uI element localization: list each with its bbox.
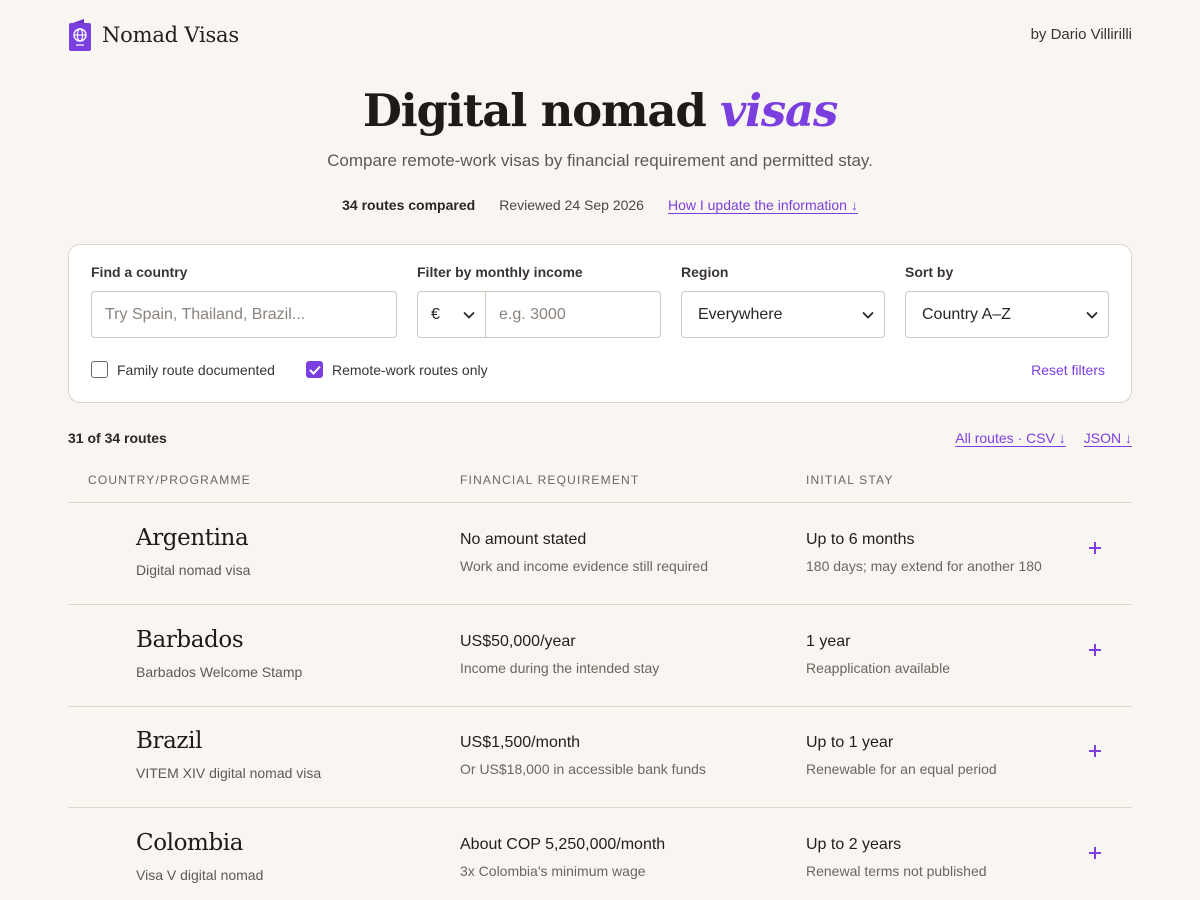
table-row[interactable]: Colombia Visa V digital nomad About COP … [68,808,1132,900]
family-route-option[interactable]: Family route documented [91,361,275,378]
income-filter: € e.g. 3000 [417,291,661,338]
programme-name: VITEM XIV digital nomad visa [136,765,322,781]
chevron-down-icon [862,311,874,319]
expand-plus-icon[interactable] [1088,643,1102,657]
brand-name: Nomad Visas [102,23,239,47]
financial-requirement: About COP 5,250,000/month [460,836,666,853]
column-header-stay: INITIAL STAY [806,473,894,487]
download-links: All routes · CSV ↓ JSON ↓ [955,430,1132,446]
currency-value: € [431,305,440,323]
title-accent: visas [720,84,838,137]
reviewed-date: Reviewed 24 Sep 2026 [499,197,644,213]
remote-work-option[interactable]: Remote-work routes only [306,361,488,378]
stay-note: Renewal terms not published [806,863,987,879]
expand-plus-icon[interactable] [1088,541,1102,555]
passport-globe-icon [69,19,91,51]
chevron-down-icon [463,311,475,319]
routes-compared: 34 routes compared [342,197,476,213]
table-row[interactable]: Argentina Digital nomad visa No amount s… [68,503,1132,605]
stay-note: 180 days; may extend for another 180 [806,558,1042,574]
initial-stay: 1 year [806,633,851,650]
results-count: 31 of 34 routes [68,430,167,446]
expand-plus-icon[interactable] [1088,744,1102,758]
page-title: Digital nomad visas [0,84,1200,137]
region-label: Region [681,264,729,280]
column-header-requirement: FINANCIAL REQUIREMENT [460,473,640,487]
chevron-down-icon [1086,311,1098,319]
financial-requirement: US$50,000/year [460,633,576,650]
sort-value: Country A–Z [922,305,1011,323]
meta-bar: 34 routes compared Reviewed 24 Sep 2026 … [0,197,1200,213]
country-label: Find a country [91,264,188,280]
requirement-note: Income during the intended stay [460,660,660,676]
currency-select[interactable]: € [418,292,486,337]
stay-note: Renewable for an equal period [806,761,997,777]
checkmark-icon [308,365,321,375]
region-value: Everywhere [698,305,783,323]
expand-plus-icon[interactable] [1088,846,1102,860]
remote-work-checkbox[interactable] [306,361,323,378]
table-row[interactable]: Brazil VITEM XIV digital nomad visa US$1… [68,706,1132,808]
region-select[interactable]: Everywhere [681,291,885,338]
initial-stay: Up to 6 months [806,531,915,548]
title-main: Digital nomad [362,84,707,137]
json-download-link[interactable]: JSON ↓ [1084,430,1132,446]
update-info-link[interactable]: How I update the information ↓ [668,197,858,213]
country-search-input[interactable]: Try Spain, Thailand, Brazil... [91,291,397,338]
csv-download-link[interactable]: All routes · CSV ↓ [955,430,1065,446]
table-row[interactable]: Barbados Barbados Welcome Stamp US$50,00… [68,605,1132,707]
initial-stay: Up to 1 year [806,734,894,751]
financial-requirement: No amount stated [460,531,587,548]
country-search-placeholder: Try Spain, Thailand, Brazil... [105,305,306,323]
column-header-country: COUNTRY/PROGRAMME [88,473,251,487]
requirement-note: Or US$18,000 in accessible bank funds [460,761,706,777]
requirement-note: Work and income evidence still required [460,558,708,574]
requirement-note: 3x Colombia's minimum wage [460,863,646,879]
brand-link[interactable]: Nomad Visas [68,18,239,52]
table-header: COUNTRY/PROGRAMME FINANCIAL REQUIREMENT … [68,471,1132,503]
filter-panel: Find a country Try Spain, Thailand, Braz… [68,244,1132,403]
stay-note: Reapplication available [806,660,950,676]
top-bar: Nomad Visas by Dario Villirilli [68,18,1132,54]
financial-requirement: US$1,500/month [460,734,581,751]
programme-name: Digital nomad visa [136,562,251,578]
sort-select[interactable]: Country A–Z [905,291,1109,338]
family-route-label: Family route documented [117,361,275,378]
author-byline[interactable]: by Dario Villirilli [1031,26,1132,43]
initial-stay: Up to 2 years [806,836,902,853]
income-input[interactable]: e.g. 3000 [486,306,566,324]
country-name: Barbados [136,627,244,653]
country-name: Colombia [136,830,244,856]
family-route-checkbox[interactable] [91,361,108,378]
programme-name: Barbados Welcome Stamp [136,664,303,680]
sort-label: Sort by [905,264,954,280]
reset-filters-button[interactable]: Reset filters [1031,362,1105,378]
country-name: Brazil [136,728,203,754]
country-name: Argentina [136,525,249,551]
income-label: Filter by monthly income [417,264,583,280]
page-subtitle: Compare remote-work visas by financial r… [327,151,873,170]
remote-work-label: Remote-work routes only [332,361,488,378]
programme-name: Visa V digital nomad [136,867,264,883]
